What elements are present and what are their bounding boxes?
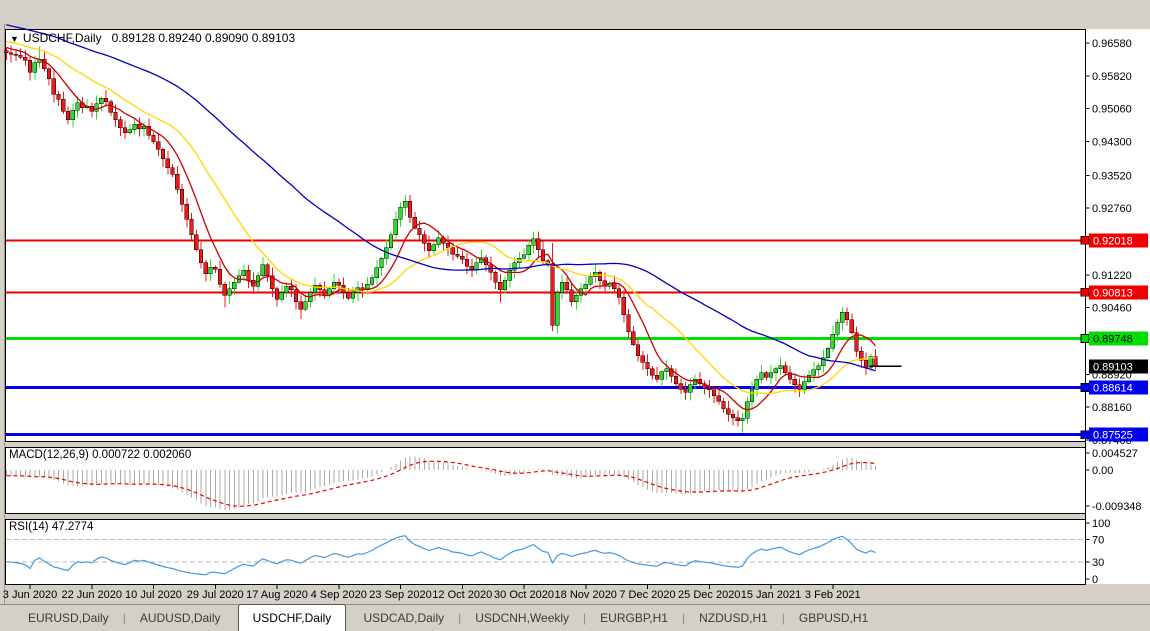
price-label-0.88614[interactable]: 0.88614: [1081, 381, 1148, 395]
price-tick-label: 0.92760: [1092, 203, 1132, 215]
svg-text:0.88614: 0.88614: [1093, 383, 1133, 395]
date-tick-label: 30 Oct 2020: [494, 589, 554, 601]
chart-tab-audusd[interactable]: AUDUSD,Daily: [126, 605, 235, 631]
rsi-tick-label: 100: [1092, 518, 1110, 530]
chart-tab-bar: EURUSD,Daily|AUDUSD,Daily|USDCHF,Daily|U…: [0, 604, 1150, 631]
date-tick-label: 29 Jul 2020: [187, 589, 244, 601]
date-tick-label: 4 Sep 2020: [311, 589, 367, 601]
price-tick-label: 0.90460: [1092, 303, 1132, 315]
date-tick-label: 18 Nov 2020: [555, 589, 617, 601]
chart-tab-nzdusd[interactable]: NZDUSD,H1: [685, 605, 782, 631]
svg-text:0.87525: 0.87525: [1093, 430, 1133, 442]
price-tick-label: 0.95060: [1092, 104, 1132, 116]
macd-tick-label: 0.004527: [1092, 448, 1138, 460]
rsi-tick-label: 30: [1092, 557, 1104, 569]
chart-tab-usdcnh[interactable]: USDCNH,Weekly: [461, 605, 583, 631]
date-tick-label: 15 Jan 2021: [741, 589, 802, 601]
price-label-0.92018[interactable]: 0.92018: [1081, 233, 1148, 247]
rsi-tick-label: 70: [1092, 535, 1104, 547]
date-tick-label: 22 Jun 2020: [61, 589, 122, 601]
price-label-0.89748[interactable]: 0.89748: [1081, 331, 1148, 345]
price-label-0.90813[interactable]: 0.90813: [1081, 285, 1148, 299]
date-tick-label: 7 Dec 2020: [619, 589, 675, 601]
macd-tick-label: -0.009348: [1092, 501, 1142, 513]
price-tick-label: 0.95820: [1092, 71, 1132, 83]
date-tick-label: 25 Dec 2020: [678, 589, 740, 601]
trading-terminal: H4D1W1MN 0.965800.958200.950600.943000.9…: [0, 0, 1150, 631]
date-tick-label: 3 Feb 2021: [805, 589, 861, 601]
price-tick-label: 0.94300: [1092, 137, 1132, 149]
price-tick-label: 0.93520: [1092, 170, 1132, 182]
macd-tick-label: 0.00: [1092, 465, 1113, 477]
price-label-0.87525[interactable]: 0.87525: [1081, 428, 1148, 442]
chart-tab-eurgbp[interactable]: EURGBP,H1: [586, 605, 682, 631]
chart-tab-usdchf[interactable]: USDCHF,Daily: [238, 604, 347, 631]
rsi-tick-label: 0: [1092, 574, 1098, 586]
date-tick-label: 3 Jun 2020: [3, 589, 57, 601]
svg-text:0.89103: 0.89103: [1093, 361, 1133, 373]
price-tick-label: 0.91220: [1092, 270, 1132, 282]
chart-tab-gbpusd[interactable]: GBPUSD,H1: [785, 605, 882, 631]
price-tick-label: 0.88160: [1092, 402, 1132, 414]
date-tick-label: 23 Sep 2020: [369, 589, 431, 601]
svg-text:0.89748: 0.89748: [1093, 333, 1133, 345]
svg-text:0.90813: 0.90813: [1093, 287, 1133, 299]
date-tick-label: 12 Oct 2020: [432, 589, 492, 601]
svg-text:0.92018: 0.92018: [1093, 235, 1133, 247]
date-tick-label: 17 Aug 2020: [246, 589, 308, 601]
chart-tab-usdcad[interactable]: USDCAD,Daily: [349, 605, 458, 631]
price-tick-label: 0.96580: [1092, 38, 1132, 50]
chart-tab-eurusd[interactable]: EURUSD,Daily: [14, 605, 123, 631]
chart-canvas[interactable]: 0.96580 0.95820 0.95060 0.94300 0.93520 0.927…: [0, 0, 1150, 631]
main-chart-pane[interactable]: [6, 30, 1086, 442]
price-label-0.89103[interactable]: 0.89103: [1089, 359, 1148, 373]
date-tick-label: 10 Jul 2020: [125, 589, 182, 601]
